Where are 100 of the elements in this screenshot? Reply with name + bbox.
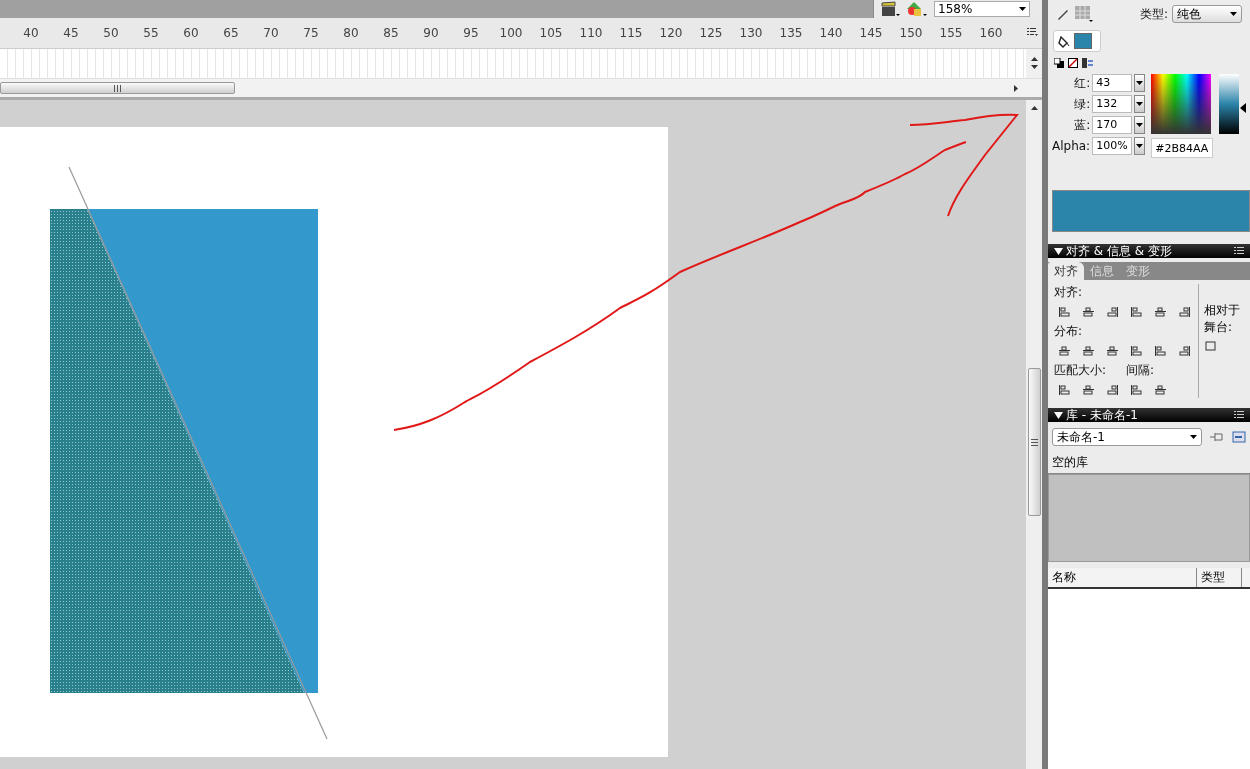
- frame-number: 60: [182, 25, 200, 40]
- filled-shape[interactable]: [87, 209, 318, 693]
- align-icon[interactable]: [1154, 345, 1167, 357]
- frame-number: 100: [498, 25, 524, 40]
- collapse-icon[interactable]: [1054, 411, 1063, 419]
- align-icon[interactable]: [1178, 345, 1191, 357]
- frame-number: 90: [422, 25, 440, 40]
- frame-number: 85: [382, 25, 400, 40]
- menu-icon[interactable]: [1234, 411, 1244, 419]
- section-label: 分布:: [1054, 323, 1084, 340]
- caret-icon: [1230, 12, 1237, 16]
- section-label: 匹配大小:: [1054, 362, 1107, 379]
- align-icon[interactable]: [1154, 384, 1167, 396]
- caret-icon: [1190, 435, 1197, 439]
- clapper-icon[interactable]: [880, 0, 900, 17]
- align-icon[interactable]: [1130, 384, 1143, 396]
- grid-swatch-icon[interactable]: [1074, 5, 1094, 23]
- shapes-icon[interactable]: [906, 0, 928, 17]
- align-icon[interactable]: [1106, 384, 1119, 396]
- align-icon[interactable]: [1130, 306, 1143, 318]
- type-label: 类型:: [1139, 5, 1168, 23]
- line-stroke[interactable]: [68, 166, 328, 740]
- bucket-icon: [1058, 34, 1070, 48]
- relative-label: 相对于舞台:: [1204, 302, 1241, 336]
- align-icon[interactable]: [1082, 384, 1095, 396]
- frame-number: 50: [102, 25, 120, 40]
- frame-number: 130: [738, 25, 764, 40]
- no-color-icon[interactable]: [1068, 58, 1078, 68]
- frame-number: 80: [342, 25, 360, 40]
- collapse-icon[interactable]: [1054, 247, 1063, 255]
- channel-label: 绿:: [1074, 95, 1091, 113]
- default-colors-icon[interactable]: [1054, 58, 1064, 68]
- section-label: 间隔:: [1126, 362, 1155, 379]
- menu-icon[interactable]: [1234, 247, 1244, 255]
- type-dropdown[interactable]: 纯色: [1172, 5, 1242, 23]
- channel-field[interactable]: 100%: [1092, 137, 1133, 155]
- pin-icon[interactable]: [1210, 431, 1224, 443]
- hex-field[interactable]: #2B84AA: [1151, 138, 1214, 158]
- frame-number: 110: [578, 25, 604, 40]
- channel-label: Alpha:: [1052, 139, 1091, 153]
- color-spectrum[interactable]: [1151, 74, 1212, 134]
- stage-icon[interactable]: [1204, 340, 1217, 352]
- fill-color-button[interactable]: [1053, 30, 1101, 52]
- frame-number: 145: [858, 25, 884, 40]
- align-icon[interactable]: [1106, 306, 1119, 318]
- align-icon[interactable]: [1058, 306, 1071, 318]
- panel-tab[interactable]: 对齐: [1048, 262, 1084, 280]
- frame-number: 55: [142, 25, 160, 40]
- dropdown-button[interactable]: [1134, 116, 1146, 134]
- align-icon[interactable]: [1130, 345, 1143, 357]
- align-icon[interactable]: [1178, 306, 1191, 318]
- grip-icon: [1030, 438, 1038, 446]
- align-icon[interactable]: [1106, 345, 1119, 357]
- frame-number: 120: [658, 25, 684, 40]
- frame-number: 155: [938, 25, 964, 40]
- zoom-field[interactable]: 158%: [934, 0, 1030, 17]
- scroll-right-icon[interactable]: [1014, 84, 1018, 92]
- frame-number: 115: [618, 25, 644, 40]
- caret-icon: [1136, 144, 1144, 148]
- new-library-icon[interactable]: [1232, 431, 1246, 443]
- pencil-icon[interactable]: [1056, 7, 1070, 21]
- scroll-up-icon[interactable]: [1030, 57, 1038, 62]
- channel-field[interactable]: 170: [1092, 116, 1133, 134]
- menu-icon[interactable]: [1027, 27, 1038, 37]
- caret-icon: [1030, 65, 1038, 70]
- frame-number: 140: [818, 25, 844, 40]
- library-dropdown[interactable]: 未命名-1: [1052, 428, 1202, 446]
- frame-number: 95: [462, 25, 480, 40]
- channel-field[interactable]: 132: [1092, 95, 1133, 113]
- fill-swatch: [1074, 33, 1092, 49]
- align-icon[interactable]: [1154, 306, 1167, 318]
- channel-field[interactable]: 43: [1092, 74, 1133, 92]
- column-header[interactable]: 类型: [1197, 568, 1242, 587]
- swap-colors-icon[interactable]: [1082, 58, 1094, 68]
- channel-label: 红:: [1074, 74, 1091, 92]
- frame-number: 75: [302, 25, 320, 40]
- channel-label: 蓝:: [1074, 116, 1091, 134]
- brightness-slider[interactable]: [1219, 74, 1246, 134]
- panel-header[interactable]: 对齐 & 信息 & 变形: [1048, 244, 1250, 258]
- frame-number: 70: [262, 25, 280, 40]
- dropdown-button[interactable]: [1134, 74, 1146, 92]
- scroll-up-icon[interactable]: [1030, 106, 1038, 110]
- frame-number: 105: [538, 25, 564, 40]
- align-icon[interactable]: [1058, 384, 1071, 396]
- scroll-thumb[interactable]: [1027, 368, 1041, 516]
- panel-header[interactable]: 库 - 未命名-1: [1048, 408, 1250, 422]
- caret-icon: [1136, 102, 1144, 106]
- section-label: 对齐:: [1054, 284, 1084, 301]
- caret-icon: [1019, 6, 1026, 11]
- align-icon[interactable]: [1058, 345, 1071, 357]
- align-icon[interactable]: [1082, 345, 1095, 357]
- frame-number: 150: [898, 25, 924, 40]
- dropdown-button[interactable]: [1134, 95, 1146, 113]
- column-header[interactable]: 名称: [1048, 568, 1197, 587]
- frame-number: 45: [62, 25, 80, 40]
- align-icon[interactable]: [1082, 306, 1095, 318]
- caret-icon: [1136, 81, 1144, 85]
- frame-number: 65: [222, 25, 240, 40]
- scroll-thumb[interactable]: [0, 82, 235, 95]
- dropdown-button[interactable]: [1134, 137, 1146, 155]
